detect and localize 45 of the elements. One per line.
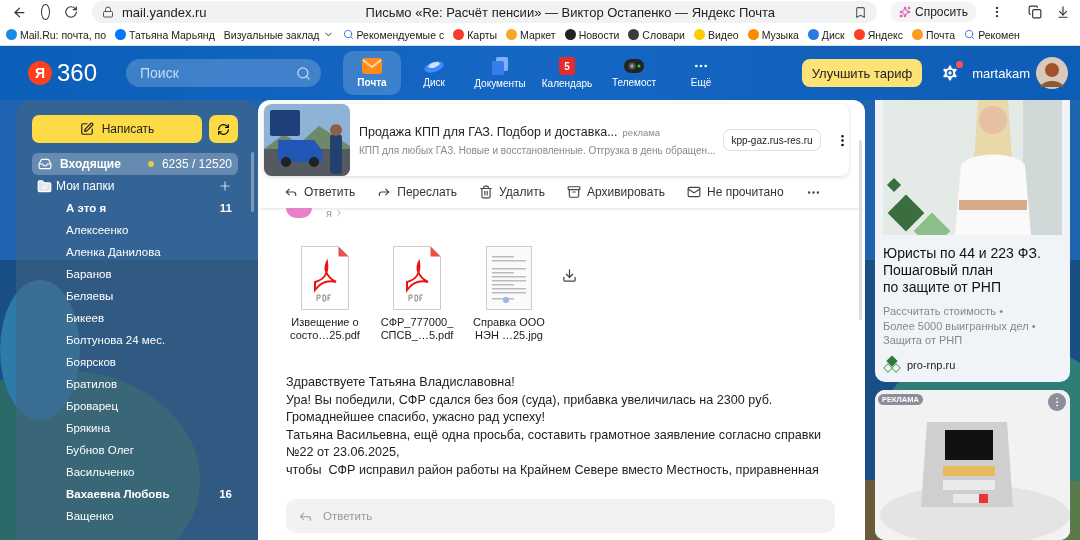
bookmark[interactable]: Видео <box>694 28 739 41</box>
service-tab[interactable]: Телемост <box>601 51 667 95</box>
bookmark[interactable]: Татьяна Марьянд <box>115 28 215 41</box>
envelope-icon <box>362 58 382 74</box>
logo-letter: Я <box>28 61 52 85</box>
back-icon[interactable] <box>12 4 27 20</box>
service-tab[interactable]: Ещё <box>667 51 735 95</box>
avatar[interactable] <box>1036 57 1068 89</box>
bookmark[interactable]: Словари <box>628 28 685 41</box>
address-bar[interactable]: mail.yandex.ru Письмо «Re: Расчёт пенсии» — Виктор Остапенко — Яндекс Почта <box>92 1 878 23</box>
page-title: Письмо «Re: Расчёт пенсии» — Виктор Остапенко — Яндекс Почта <box>364 4 777 20</box>
bookmark[interactable]: Музыка <box>747 28 799 41</box>
bookmark[interactable]: Яндекс <box>853 28 903 41</box>
camera-icon <box>623 58 645 74</box>
bookmark[interactable]: Маркет <box>506 28 556 41</box>
logo-text: 360 <box>57 59 98 87</box>
bookmark[interactable]: Рекомендуемые с <box>342 28 445 41</box>
sparkle-icon <box>899 6 912 18</box>
upgrade-button[interactable]: Улучшить тариф <box>801 59 923 87</box>
bookmark[interactable]: Рекомен <box>964 28 1020 41</box>
bookmark[interactable]: Диск <box>807 28 845 41</box>
service-tab[interactable]: 5 Календарь <box>533 51 601 95</box>
ask-button[interactable]: Спросить <box>891 2 976 22</box>
search-icon <box>296 65 311 81</box>
bookmark-icon[interactable] <box>854 5 868 19</box>
username: martakam <box>972 65 1030 81</box>
settings-icon[interactable] <box>940 63 961 83</box>
bookmark[interactable]: Новости <box>564 28 620 41</box>
search-icon <box>964 29 976 40</box>
download-icon[interactable] <box>1056 5 1070 19</box>
lock-icon <box>102 6 115 18</box>
bookmark[interactable]: Почта <box>911 28 956 41</box>
bookmark[interactable]: Визуальные заклад <box>223 28 334 41</box>
service-tab[interactable]: Диск <box>401 51 467 95</box>
copy-icon[interactable] <box>1028 5 1042 19</box>
service-tab[interactable]: Почта <box>343 51 401 95</box>
reload-icon[interactable] <box>64 5 79 19</box>
bookmark[interactable]: Mail.Ru: почта, по <box>6 28 107 41</box>
disk-icon <box>423 58 445 74</box>
service-tab[interactable]: Документы <box>467 51 533 95</box>
search-icon <box>342 29 354 40</box>
documents-icon <box>492 57 508 75</box>
bookmark[interactable]: Карты <box>453 28 498 41</box>
url-text: mail.yandex.ru <box>122 4 207 20</box>
calendar-icon: 5 <box>559 57 575 75</box>
